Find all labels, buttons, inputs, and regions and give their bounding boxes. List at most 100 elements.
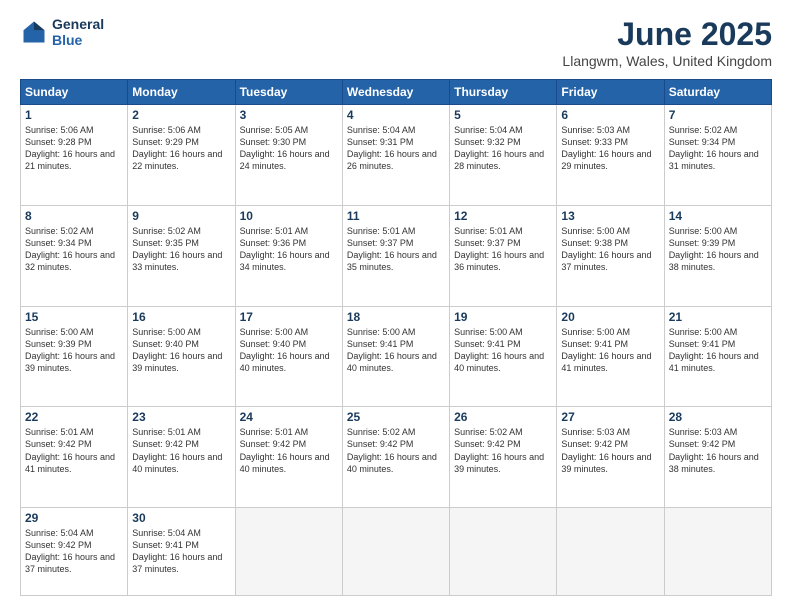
calendar-cell: 29 Sunrise: 5:04 AMSunset: 9:42 PMDayligh… bbox=[21, 508, 128, 596]
day-info: Sunrise: 5:00 AMSunset: 9:40 PMDaylight:… bbox=[240, 326, 338, 375]
month-title: June 2025 bbox=[562, 16, 772, 53]
calendar-cell bbox=[557, 508, 664, 596]
day-info: Sunrise: 5:03 AMSunset: 9:33 PMDaylight:… bbox=[561, 124, 659, 173]
day-info: Sunrise: 5:06 AMSunset: 9:28 PMDaylight:… bbox=[25, 124, 123, 173]
day-info: Sunrise: 5:01 AMSunset: 9:36 PMDaylight:… bbox=[240, 225, 338, 274]
day-info: Sunrise: 5:01 AMSunset: 9:37 PMDaylight:… bbox=[454, 225, 552, 274]
calendar-cell bbox=[664, 508, 771, 596]
title-area: June 2025 Llangwm, Wales, United Kingdom bbox=[562, 16, 772, 69]
day-number: 16 bbox=[132, 310, 230, 324]
day-number: 23 bbox=[132, 410, 230, 424]
calendar-day-header: Tuesday bbox=[235, 80, 342, 105]
location: Llangwm, Wales, United Kingdom bbox=[562, 53, 772, 69]
calendar-cell: 13 Sunrise: 5:00 AMSunset: 9:38 PMDayligh… bbox=[557, 205, 664, 306]
calendar-cell: 20 Sunrise: 5:00 AMSunset: 9:41 PMDayligh… bbox=[557, 306, 664, 407]
day-number: 9 bbox=[132, 209, 230, 223]
calendar-cell: 16 Sunrise: 5:00 AMSunset: 9:40 PMDayligh… bbox=[128, 306, 235, 407]
day-info: Sunrise: 5:02 AMSunset: 9:34 PMDaylight:… bbox=[25, 225, 123, 274]
day-info: Sunrise: 5:02 AMSunset: 9:42 PMDaylight:… bbox=[454, 426, 552, 475]
day-number: 27 bbox=[561, 410, 659, 424]
day-number: 25 bbox=[347, 410, 445, 424]
day-info: Sunrise: 5:04 AMSunset: 9:31 PMDaylight:… bbox=[347, 124, 445, 173]
day-number: 2 bbox=[132, 108, 230, 122]
day-number: 1 bbox=[25, 108, 123, 122]
logo-text: General Blue bbox=[52, 16, 104, 48]
page: General Blue June 2025 Llangwm, Wales, U… bbox=[0, 0, 792, 612]
day-info: Sunrise: 5:02 AMSunset: 9:42 PMDaylight:… bbox=[347, 426, 445, 475]
calendar-cell: 23 Sunrise: 5:01 AMSunset: 9:42 PMDayligh… bbox=[128, 407, 235, 508]
day-number: 18 bbox=[347, 310, 445, 324]
calendar-cell: 28Sunrise: 5:03 AMSunset: 9:42 PMDayligh… bbox=[664, 407, 771, 508]
day-number: 14 bbox=[669, 209, 767, 223]
calendar-cell: 15 Sunrise: 5:00 AMSunset: 9:39 PMDayligh… bbox=[21, 306, 128, 407]
day-number: 28 bbox=[669, 410, 767, 424]
day-number: 4 bbox=[347, 108, 445, 122]
day-info: Sunrise: 5:01 AMSunset: 9:42 PMDaylight:… bbox=[240, 426, 338, 475]
day-info: Sunrise: 5:04 AMSunset: 9:42 PMDaylight:… bbox=[25, 527, 123, 576]
day-number: 19 bbox=[454, 310, 552, 324]
calendar-cell: 22Sunrise: 5:01 AMSunset: 9:42 PMDayligh… bbox=[21, 407, 128, 508]
calendar-cell: 18 Sunrise: 5:00 AMSunset: 9:41 PMDayligh… bbox=[342, 306, 449, 407]
day-number: 17 bbox=[240, 310, 338, 324]
day-number: 3 bbox=[240, 108, 338, 122]
day-number: 30 bbox=[132, 511, 230, 525]
calendar: SundayMondayTuesdayWednesdayThursdayFrid… bbox=[20, 79, 772, 596]
day-info: Sunrise: 5:00 AMSunset: 9:41 PMDaylight:… bbox=[347, 326, 445, 375]
day-number: 21 bbox=[669, 310, 767, 324]
calendar-cell: 25 Sunrise: 5:02 AMSunset: 9:42 PMDayligh… bbox=[342, 407, 449, 508]
day-info: Sunrise: 5:00 AMSunset: 9:41 PMDaylight:… bbox=[669, 326, 767, 375]
day-number: 7 bbox=[669, 108, 767, 122]
calendar-cell: 19Sunrise: 5:00 AMSunset: 9:41 PMDayligh… bbox=[450, 306, 557, 407]
day-number: 5 bbox=[454, 108, 552, 122]
day-info: Sunrise: 5:02 AMSunset: 9:35 PMDaylight:… bbox=[132, 225, 230, 274]
day-number: 12 bbox=[454, 209, 552, 223]
day-info: Sunrise: 5:00 AMSunset: 9:39 PMDaylight:… bbox=[25, 326, 123, 375]
calendar-cell: 14 Sunrise: 5:00 AMSunset: 9:39 PMDayligh… bbox=[664, 205, 771, 306]
calendar-cell: 17 Sunrise: 5:00 AMSunset: 9:40 PMDayligh… bbox=[235, 306, 342, 407]
calendar-day-header: Saturday bbox=[664, 80, 771, 105]
calendar-cell: 7 Sunrise: 5:02 AMSunset: 9:34 PMDaylight… bbox=[664, 105, 771, 206]
day-info: Sunrise: 5:01 AMSunset: 9:42 PMDaylight:… bbox=[25, 426, 123, 475]
calendar-day-header: Monday bbox=[128, 80, 235, 105]
calendar-cell bbox=[342, 508, 449, 596]
calendar-cell: 24 Sunrise: 5:01 AMSunset: 9:42 PMDayligh… bbox=[235, 407, 342, 508]
day-number: 6 bbox=[561, 108, 659, 122]
day-number: 13 bbox=[561, 209, 659, 223]
calendar-cell: 26 Sunrise: 5:02 AMSunset: 9:42 PMDayligh… bbox=[450, 407, 557, 508]
calendar-row: 8 Sunrise: 5:02 AMSunset: 9:34 PMDaylight… bbox=[21, 205, 772, 306]
day-info: Sunrise: 5:01 AMSunset: 9:42 PMDaylight:… bbox=[132, 426, 230, 475]
calendar-cell: 4 Sunrise: 5:04 AMSunset: 9:31 PMDaylight… bbox=[342, 105, 449, 206]
day-number: 26 bbox=[454, 410, 552, 424]
day-info: Sunrise: 5:04 AMSunset: 9:32 PMDaylight:… bbox=[454, 124, 552, 173]
day-info: Sunrise: 5:00 AMSunset: 9:40 PMDaylight:… bbox=[132, 326, 230, 375]
calendar-cell bbox=[235, 508, 342, 596]
day-info: Sunrise: 5:06 AMSunset: 9:29 PMDaylight:… bbox=[132, 124, 230, 173]
calendar-cell: 3 Sunrise: 5:05 AMSunset: 9:30 PMDaylight… bbox=[235, 105, 342, 206]
calendar-row: 1 Sunrise: 5:06 AMSunset: 9:28 PMDaylight… bbox=[21, 105, 772, 206]
calendar-cell: 12 Sunrise: 5:01 AMSunset: 9:37 PMDayligh… bbox=[450, 205, 557, 306]
day-number: 8 bbox=[25, 209, 123, 223]
calendar-cell bbox=[450, 508, 557, 596]
logo: General Blue bbox=[20, 16, 104, 48]
calendar-cell: 1 Sunrise: 5:06 AMSunset: 9:28 PMDaylight… bbox=[21, 105, 128, 206]
day-number: 20 bbox=[561, 310, 659, 324]
day-info: Sunrise: 5:00 AMSunset: 9:39 PMDaylight:… bbox=[669, 225, 767, 274]
calendar-day-header: Thursday bbox=[450, 80, 557, 105]
day-info: Sunrise: 5:01 AMSunset: 9:37 PMDaylight:… bbox=[347, 225, 445, 274]
calendar-cell: 27Sunrise: 5:03 AMSunset: 9:42 PMDayligh… bbox=[557, 407, 664, 508]
day-number: 15 bbox=[25, 310, 123, 324]
calendar-cell: 30 Sunrise: 5:04 AMSunset: 9:41 PMDayligh… bbox=[128, 508, 235, 596]
day-info: Sunrise: 5:00 AMSunset: 9:38 PMDaylight:… bbox=[561, 225, 659, 274]
day-number: 29 bbox=[25, 511, 123, 525]
calendar-cell: 5 Sunrise: 5:04 AMSunset: 9:32 PMDaylight… bbox=[450, 105, 557, 206]
day-info: Sunrise: 5:00 AMSunset: 9:41 PMDaylight:… bbox=[561, 326, 659, 375]
day-info: Sunrise: 5:04 AMSunset: 9:41 PMDaylight:… bbox=[132, 527, 230, 576]
day-number: 11 bbox=[347, 209, 445, 223]
day-info: Sunrise: 5:02 AMSunset: 9:34 PMDaylight:… bbox=[669, 124, 767, 173]
calendar-cell: 21 Sunrise: 5:00 AMSunset: 9:41 PMDayligh… bbox=[664, 306, 771, 407]
calendar-day-header: Friday bbox=[557, 80, 664, 105]
day-info: Sunrise: 5:05 AMSunset: 9:30 PMDaylight:… bbox=[240, 124, 338, 173]
day-number: 24 bbox=[240, 410, 338, 424]
header: General Blue June 2025 Llangwm, Wales, U… bbox=[20, 16, 772, 69]
calendar-cell: 8 Sunrise: 5:02 AMSunset: 9:34 PMDaylight… bbox=[21, 205, 128, 306]
